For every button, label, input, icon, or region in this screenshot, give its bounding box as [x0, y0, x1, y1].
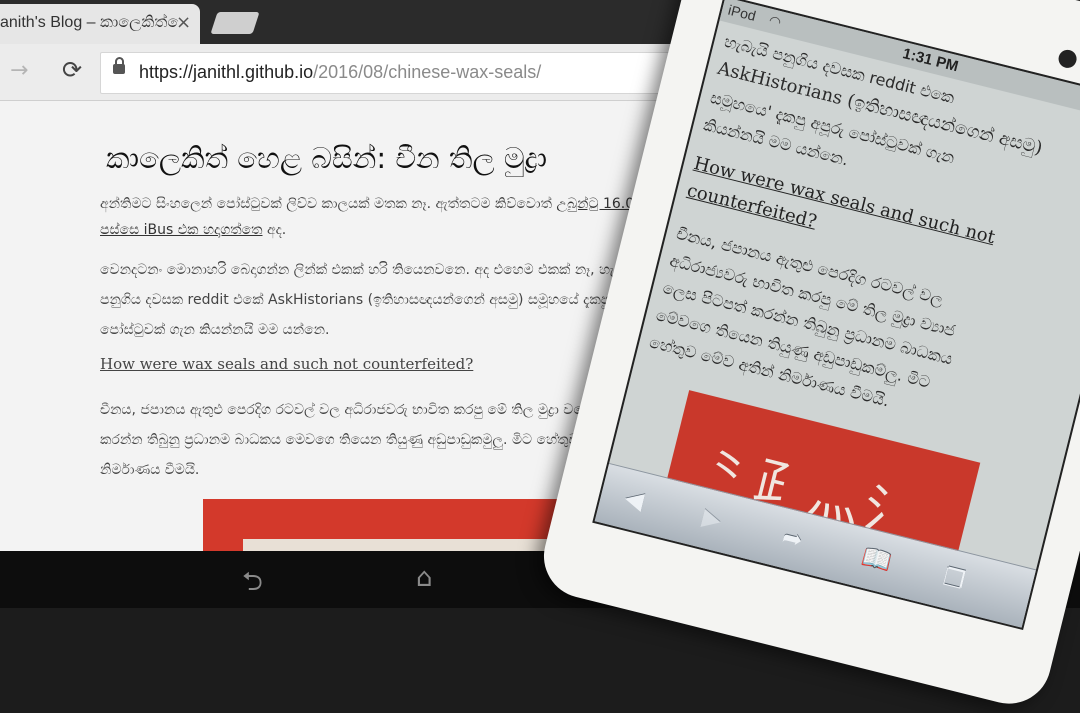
- browser-tab[interactable]: anith's Blog – කාලෙකිත් ෙ ×: [0, 4, 200, 44]
- paragraph-2-line-1: වෙනදටනං මොනාහරි බෙදාගන්න ලින්ක් එකක් හරි…: [100, 262, 614, 278]
- paragraph-2-line-2: පනුගිය දවසක reddit එකේ AskHistorians (ඉත…: [100, 292, 611, 308]
- tabs-icon[interactable]: ❐: [940, 563, 968, 595]
- safari-back-icon[interactable]: ◀: [622, 483, 647, 515]
- carrier-label: iPod: [726, 1, 758, 24]
- para1-end: අද.: [262, 222, 287, 238]
- close-tab-icon[interactable]: ×: [176, 12, 191, 33]
- home-icon[interactable]: ⌂: [416, 563, 433, 593]
- ibus-link[interactable]: පස්සෙ iBus එක හදාගත්තෙ: [100, 222, 263, 238]
- new-tab-button[interactable]: [210, 12, 260, 34]
- safari-forward-icon[interactable]: ▶: [700, 503, 725, 535]
- url-host: https://janithl.github.io: [139, 62, 314, 82]
- lock-icon: [113, 57, 125, 74]
- paragraph-3-line-1: චීනය, ජපානය ඇතුළු පෙරදිග රටවල් වල අධිරාජ…: [100, 402, 593, 418]
- wifi-icon: ◠: [767, 12, 783, 32]
- paragraph-3-line-3: නිර්මාණය වීමයි.: [100, 462, 200, 478]
- reddit-heading-link[interactable]: How were wax seals and such not counterf…: [100, 355, 473, 373]
- share-icon[interactable]: ➦: [779, 523, 805, 555]
- ipod-screen: iPod ◠ 1:31 PM හැබැයි පනුගිය දවසක reddit…: [592, 0, 1080, 631]
- url-path: /2016/08/chinese-wax-seals/: [313, 62, 542, 82]
- back-icon[interactable]: ⮌: [242, 563, 263, 607]
- paragraph-3-line-2: කරන්න තිබුනු ප්‍රධානම බාධකය මෙවගෙ තියෙන …: [100, 432, 603, 448]
- paragraph-1-line-2: පස්සෙ iBus එක හදාගත්තෙ අද.: [100, 215, 286, 245]
- para1-text: අන්තිමට සිංහලෙන් පෝස්ටුවක් ලිව්ව කාලයක් …: [100, 196, 557, 212]
- status-time: 1:31 PM: [900, 45, 961, 76]
- tab-title: anith's Blog – කාලෙකිත් ෙ: [0, 14, 187, 31]
- paragraph-2-line-3: පෝස්ටුවක් ගැන කියන්නයි මම යන්නෙ.: [100, 322, 330, 338]
- camera-icon: [1056, 47, 1079, 70]
- forward-icon[interactable]: →: [10, 58, 28, 83]
- reload-icon[interactable]: ⟳: [62, 56, 82, 84]
- post-title: කාලෙකිත් හෙළ බසින්: චීන තිල මුද්‍රා: [106, 141, 548, 175]
- bookmarks-icon[interactable]: 📖: [859, 542, 895, 576]
- url-text: https://janithl.github.io/2016/08/chines…: [139, 62, 541, 83]
